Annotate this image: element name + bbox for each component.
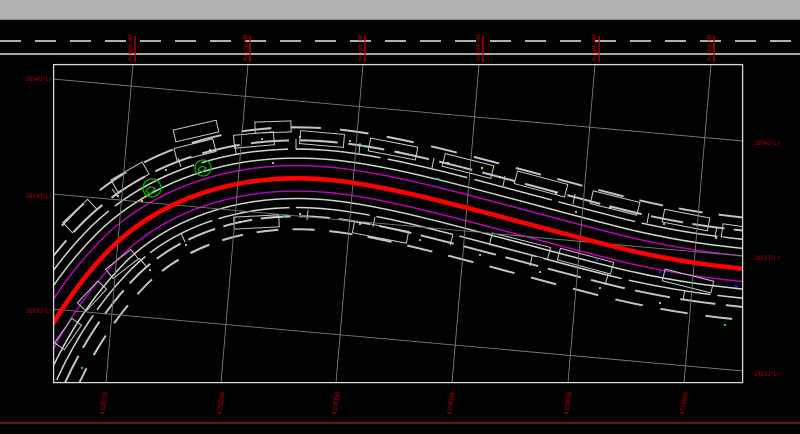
grid-label-right[interactable]: 28532(L) xyxy=(754,371,781,378)
grid-label-bottom[interactable]: 4158250 xyxy=(99,391,110,416)
station-label[interactable]: 0+060.00 xyxy=(128,34,135,61)
grid-labels-bottom[interactable]: 4158250 4158200 4158150 4158100 4158050 … xyxy=(99,391,690,416)
grid-label-bottom[interactable]: 4158200 xyxy=(216,391,227,416)
grid-labels-left[interactable]: 28545(L) 28540(L) 28535(L) xyxy=(26,76,53,315)
station-label[interactable]: 0+240.00 xyxy=(476,34,483,61)
grid-label-right[interactable]: 28542(L) xyxy=(754,140,781,147)
station-label[interactable]: 0+360.00 xyxy=(707,34,714,61)
station-label[interactable]: 0+180.00 xyxy=(358,34,365,61)
grid-label-left[interactable]: 28545(L) xyxy=(26,76,53,83)
drawing-canvas[interactable]: 0+060.00 0+120.00 0+180.00 0+240.00 0+30… xyxy=(0,0,800,434)
top-reference-alignment[interactable]: 0+060.00 0+120.00 0+180.00 0+240.00 0+30… xyxy=(0,34,800,62)
grid-labels-right[interactable]: 28542(L) 28537(L) 28532(L) xyxy=(754,140,781,378)
grid-label-bottom[interactable]: 4158000 xyxy=(679,391,690,416)
grid-label-bottom[interactable]: 4158150 xyxy=(331,391,342,416)
station-label[interactable]: 0+300.00 xyxy=(592,34,599,61)
grid-label-right[interactable]: 28537(L) xyxy=(754,255,781,262)
grid-label-left[interactable]: 28540(L) xyxy=(26,193,53,200)
station-labels[interactable]: 0+060.00 0+120.00 0+180.00 0+240.00 0+30… xyxy=(128,34,714,61)
grid-label-left[interactable]: 28535(L) xyxy=(26,308,53,315)
station-ticks[interactable] xyxy=(135,36,714,62)
plan-viewport-content[interactable] xyxy=(30,64,763,383)
station-label[interactable]: 0+120.00 xyxy=(243,34,250,61)
grid-label-bottom[interactable]: 4158100 xyxy=(446,391,457,416)
cad-application-window: 0+060.00 0+120.00 0+180.00 0+240.00 0+30… xyxy=(0,0,800,434)
grid-label-bottom[interactable]: 4158050 xyxy=(563,391,574,416)
